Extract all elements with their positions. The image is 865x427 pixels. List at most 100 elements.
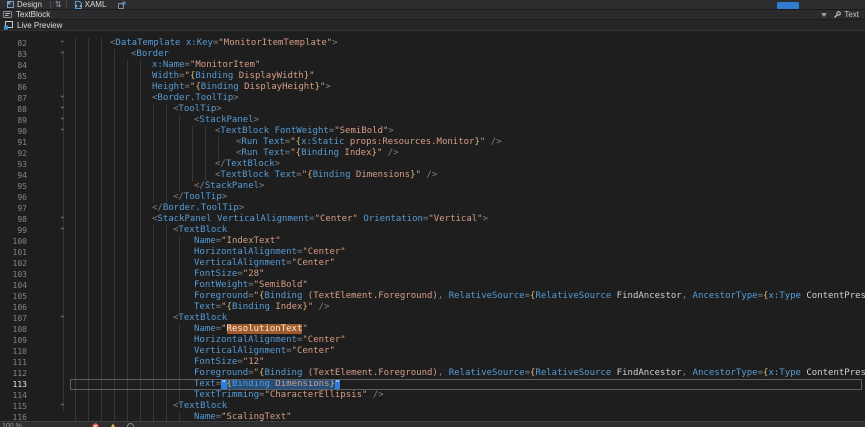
code-line[interactable]: 92<Run Text="{Binding Index}" /> [0, 148, 865, 159]
line-number: 83 [0, 49, 27, 60]
code-text: </StackPanel> [194, 181, 264, 192]
fold-chevron-icon[interactable]: › [57, 402, 68, 412]
code-text: </ToolTip> [173, 192, 227, 203]
zoom-level[interactable]: 100 % [2, 423, 22, 427]
fold-chevron-icon[interactable]: › [57, 105, 68, 115]
code-line[interactable]: 84x:Name="MonitorItem" [0, 60, 865, 71]
code-line[interactable]: 114TextTrimming="CharacterEllipsis" /> [0, 390, 865, 401]
code-text: Foreground="{Binding (TextElement.Foregr… [194, 291, 865, 302]
code-line[interactable]: 94<TextBlock Text="{Binding Dimensions}"… [0, 170, 865, 181]
code-line[interactable]: 89 › <StackPanel> [0, 115, 865, 126]
fold-chevron-icon[interactable]: › [57, 116, 68, 126]
textblock-element-icon [3, 11, 12, 18]
tab-design[interactable]: Design [3, 0, 46, 9]
line-number: 96 [0, 192, 27, 203]
designer-tab-bar: Design ⇅ XAML [0, 0, 865, 10]
code-line[interactable]: 112Foreground="{Binding (TextElement.For… [0, 368, 865, 379]
line-number: 101 [0, 247, 27, 258]
code-line[interactable]: 101 HorizontalAlignment="Center" [0, 247, 865, 258]
code-text: <Border [131, 49, 169, 60]
code-line[interactable]: 107›<TextBlock [0, 313, 865, 324]
code-text: <TextBlock [173, 401, 227, 412]
code-line[interactable]: 106Text="{Binding Index}" /> [0, 302, 865, 313]
error-icon [92, 423, 99, 427]
member-dropdown[interactable]: Text [833, 10, 859, 19]
code-line[interactable]: 95</StackPanel> [0, 181, 865, 192]
code-line[interactable]: 116Name="ScalingText" [0, 412, 865, 421]
code-line[interactable]: 87›<Border.ToolTip> [0, 93, 865, 104]
code-line[interactable]: 82 › <DataTemplate x:Key="MonitorItemTempl… [0, 38, 865, 49]
line-number: 82 [0, 38, 27, 49]
line-number: 104 [0, 280, 27, 291]
code-text: <StackPanel> [194, 115, 259, 126]
code-text: <Run Text="{Binding Index}" /> [236, 148, 399, 159]
code-line[interactable]: 100Name="IndexText" [0, 236, 865, 247]
xaml-code-editor[interactable]: 82 › <DataTemplate x:Key="MonitorItemTempl… [0, 31, 865, 421]
line-number: 103 [0, 269, 27, 280]
code-text: </Border.ToolTip> [152, 203, 244, 214]
line-number: 86 [0, 82, 27, 93]
chevron-down-icon[interactable] [821, 13, 827, 17]
line-number: 112 [0, 368, 27, 379]
code-text: Name="ScalingText" [194, 412, 292, 421]
code-line[interactable]: 86 Height="{Binding DisplayHeight}"> [0, 82, 865, 93]
code-line[interactable]: 96 </ToolTip> [0, 192, 865, 203]
code-line[interactable]: 105Foreground="{Binding (TextElement.For… [0, 291, 865, 302]
code-line[interactable]: 98›<StackPanel VerticalAlignment="Center… [0, 214, 865, 225]
code-line[interactable]: 113Text="{Binding Dimensions}" [0, 379, 865, 390]
code-text: <Border.ToolTip> [152, 93, 239, 104]
code-line[interactable]: 91<Run Text="{x:Static props:Resources.M… [0, 137, 865, 148]
fold-chevron-icon[interactable]: › [57, 314, 68, 324]
tab-xaml[interactable]: XAML [71, 0, 111, 9]
line-number: 90 [0, 126, 27, 137]
code-line[interactable]: 108Name="ResolutionText" [0, 324, 865, 335]
line-number: 109 [0, 335, 27, 346]
navigation-bar: TextBlock Text [0, 10, 865, 20]
accent-button[interactable] [777, 2, 799, 9]
code-line[interactable]: 99 › <TextBlock [0, 225, 865, 236]
line-number: 88 [0, 104, 27, 115]
code-text: Text="{Binding Dimensions}" [194, 379, 340, 390]
line-number: 115 [0, 401, 27, 412]
code-line[interactable]: 83 › <Border [0, 49, 865, 60]
code-text: <TextBlock [173, 225, 227, 236]
fold-chevron-icon[interactable]: › [57, 215, 68, 225]
code-line[interactable]: 90›<TextBlock FontWeight="SemiBold"> [0, 126, 865, 137]
code-text: Height="{Binding DisplayHeight}"> [152, 82, 331, 93]
xaml-document-icon [75, 1, 82, 9]
element-dropdown[interactable]: TextBlock [16, 10, 50, 19]
code-line[interactable]: 104FontWeight="SemiBold" [0, 280, 865, 291]
line-number: 108 [0, 324, 27, 335]
code-text: FontSize="12" [194, 357, 264, 368]
code-line[interactable]: 111FontSize="12" [0, 357, 865, 368]
fold-chevron-icon[interactable]: › [57, 127, 68, 137]
code-text: HorizontalAlignment="Center" [194, 247, 346, 258]
message-indicator[interactable] [127, 423, 134, 427]
code-text: <DataTemplate x:Key="MonitorItemTemplate… [110, 38, 338, 49]
code-line[interactable]: 102VerticalAlignment="Center" [0, 258, 865, 269]
code-line[interactable]: 88›<ToolTip> [0, 104, 865, 115]
live-preview-label: Live Preview [17, 21, 62, 30]
line-number: 85 [0, 71, 27, 82]
swap-panes-icon[interactable]: ⇅ [55, 1, 62, 9]
warning-icon [109, 423, 117, 427]
code-line[interactable]: 103FontSize="28" [0, 269, 865, 280]
fold-chevron-icon[interactable]: › [57, 226, 68, 236]
popout-icon[interactable] [118, 1, 126, 9]
tab-separator [66, 1, 67, 8]
line-number: 89 [0, 115, 27, 126]
code-line[interactable]: 97</Border.ToolTip> [0, 203, 865, 214]
error-indicator[interactable] [92, 423, 99, 427]
fold-chevron-icon[interactable]: › [57, 50, 68, 60]
warning-indicator[interactable] [109, 423, 117, 427]
fold-chevron-icon[interactable]: › [57, 94, 68, 104]
code-line[interactable]: 109HorizontalAlignment="Center" [0, 335, 865, 346]
code-line[interactable]: 93</TextBlock> [0, 159, 865, 170]
code-line[interactable]: 115 › <TextBlock [0, 401, 865, 412]
line-number: 99 [0, 225, 27, 236]
line-number: 106 [0, 302, 27, 313]
editor-status-bar: 100 % [0, 421, 865, 427]
fold-chevron-icon[interactable]: › [57, 39, 68, 49]
code-line[interactable]: 110VerticalAlignment="Center" [0, 346, 865, 357]
code-line[interactable]: 85Width="{Binding DisplayWidth}" [0, 71, 865, 82]
